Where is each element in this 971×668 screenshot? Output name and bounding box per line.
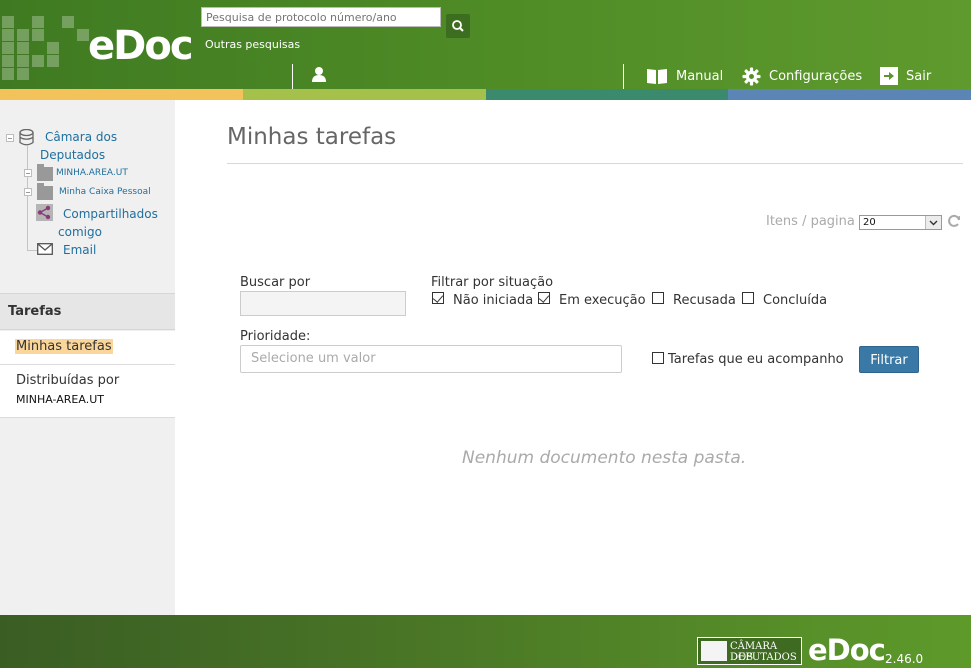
- app-version: 2.46.0: [885, 652, 924, 666]
- menu-item-label: Minhas tarefas: [15, 339, 113, 354]
- database-icon: [19, 129, 34, 146]
- logo-square: [32, 55, 44, 67]
- menu-item-label: Distribuídas por: [16, 373, 120, 388]
- camara-logo-line2: DEPUTADOS: [730, 652, 797, 663]
- book-icon: [647, 69, 667, 84]
- logo-square: [2, 55, 14, 67]
- user-icon[interactable]: [311, 66, 327, 83]
- camara-building-icon: [701, 641, 727, 661]
- filter-status-label: Filtrar por situação: [431, 275, 554, 290]
- status-in-progress-label: Em execução: [559, 293, 646, 308]
- logo-square: [2, 68, 14, 80]
- status-completed-checkbox[interactable]: [742, 292, 754, 304]
- tree-item-email[interactable]: Email: [63, 241, 96, 259]
- color-strip-segment: [242, 89, 486, 100]
- search-by-label: Buscar por: [240, 275, 311, 290]
- sidebar: Câmara dos Deputados MINHA.AREA.UT Minha…: [0, 100, 175, 615]
- logo-square: [2, 29, 14, 41]
- logo-square: [62, 16, 74, 28]
- color-strip: [0, 89, 971, 100]
- logo-square: [32, 16, 44, 28]
- logo-square: [47, 42, 59, 54]
- tree-expand-icon[interactable]: [24, 188, 32, 196]
- tree-line: [27, 250, 37, 251]
- menu-item-distributed[interactable]: Distribuídas por MINHA-AREA.UT: [0, 365, 175, 418]
- logo-square: [2, 42, 14, 54]
- filter-button[interactable]: Filtrar: [859, 346, 919, 373]
- refresh-icon[interactable]: [947, 214, 961, 228]
- items-per-page-select[interactable]: 20: [859, 215, 942, 230]
- tree-collapse-icon[interactable]: [6, 134, 14, 142]
- envelope-icon: [37, 243, 53, 255]
- logo-square: [17, 55, 29, 67]
- priority-label: Prioridade:: [240, 329, 311, 344]
- camara-logo: CÂMARA DOS DEPUTADOS: [697, 637, 802, 665]
- items-per-page-label: Itens / pagina: [766, 214, 855, 229]
- chevron-down-icon: [925, 216, 941, 229]
- manual-link[interactable]: Manual: [646, 66, 723, 86]
- app-footer: CÂMARA DOS DEPUTADOS eDoc 2.46.0: [0, 615, 971, 668]
- items-per-page-value: 20: [863, 217, 876, 228]
- color-strip-segment: [0, 89, 243, 100]
- status-completed-label: Concluída: [763, 293, 828, 308]
- tree-expand-icon[interactable]: [24, 169, 32, 177]
- edoc-logo[interactable]: eDoc: [88, 22, 194, 70]
- logo-square: [17, 42, 29, 54]
- tree-item-shared[interactable]: Compartilhados: [63, 205, 158, 223]
- logo-square: [2, 16, 14, 28]
- sign-out-icon: [880, 67, 898, 85]
- tree-item-area[interactable]: MINHA.AREA.UT: [56, 168, 128, 178]
- status-not-started-checkbox[interactable]: [432, 292, 444, 304]
- settings-link[interactable]: Configurações: [742, 66, 862, 86]
- tree-item-personal-box[interactable]: Minha Caixa Pessoal: [59, 187, 151, 197]
- priority-select[interactable]: Selecione um valor: [240, 345, 622, 373]
- tree-item-camara[interactable]: Câmara dos: [45, 128, 117, 146]
- status-not-started-label: Não iniciada: [453, 293, 534, 308]
- settings-label: Configurações: [769, 68, 863, 84]
- title-divider: [227, 163, 963, 164]
- follow-tasks-label: Tarefas que eu acompanho: [668, 352, 844, 367]
- status-in-progress-checkbox[interactable]: [538, 292, 550, 304]
- logout-link[interactable]: Sair: [880, 66, 931, 86]
- protocol-search-input[interactable]: [201, 7, 441, 27]
- search-button[interactable]: [446, 14, 470, 38]
- search-by-input[interactable]: [240, 291, 406, 316]
- logo-square: [47, 55, 59, 67]
- tree-item-camara-cont[interactable]: Deputados: [40, 146, 105, 164]
- search-icon: [452, 20, 464, 32]
- color-strip-segment: [728, 89, 971, 100]
- menu-item-sublabel: MINHA-AREA.UT: [16, 393, 104, 406]
- gear-icon: [742, 66, 761, 86]
- logo-square: [17, 29, 29, 41]
- logo-square: [17, 68, 29, 80]
- logout-label: Sair: [906, 68, 932, 84]
- logo-square: [32, 29, 44, 41]
- footer-edoc-logo: eDoc: [808, 633, 886, 667]
- priority-placeholder: Selecione um valor: [251, 351, 376, 366]
- color-strip-segment: [485, 89, 729, 100]
- tree-item-shared-cont[interactable]: comigo: [58, 223, 102, 241]
- page-title: Minhas tarefas: [227, 124, 397, 150]
- folder-icon: [37, 183, 53, 200]
- manual-label: Manual: [676, 68, 724, 84]
- tasks-section-header: Tarefas: [0, 293, 175, 330]
- logo-squares-icon: [2, 16, 94, 80]
- empty-state-message: Nenhum documento nesta pasta.: [462, 448, 747, 468]
- other-searches-link[interactable]: Outras pesquisas: [205, 38, 300, 51]
- app-header: eDoc Outras pesquisas Manual: [0, 0, 971, 94]
- share-icon: [36, 204, 53, 221]
- status-refused-label: Recusada: [673, 293, 736, 308]
- tree-line: [27, 146, 28, 250]
- follow-tasks-checkbox[interactable]: [652, 352, 664, 364]
- status-refused-checkbox[interactable]: [652, 292, 664, 304]
- folder-icon: [37, 164, 53, 181]
- menu-item-my-tasks[interactable]: Minhas tarefas: [0, 331, 175, 365]
